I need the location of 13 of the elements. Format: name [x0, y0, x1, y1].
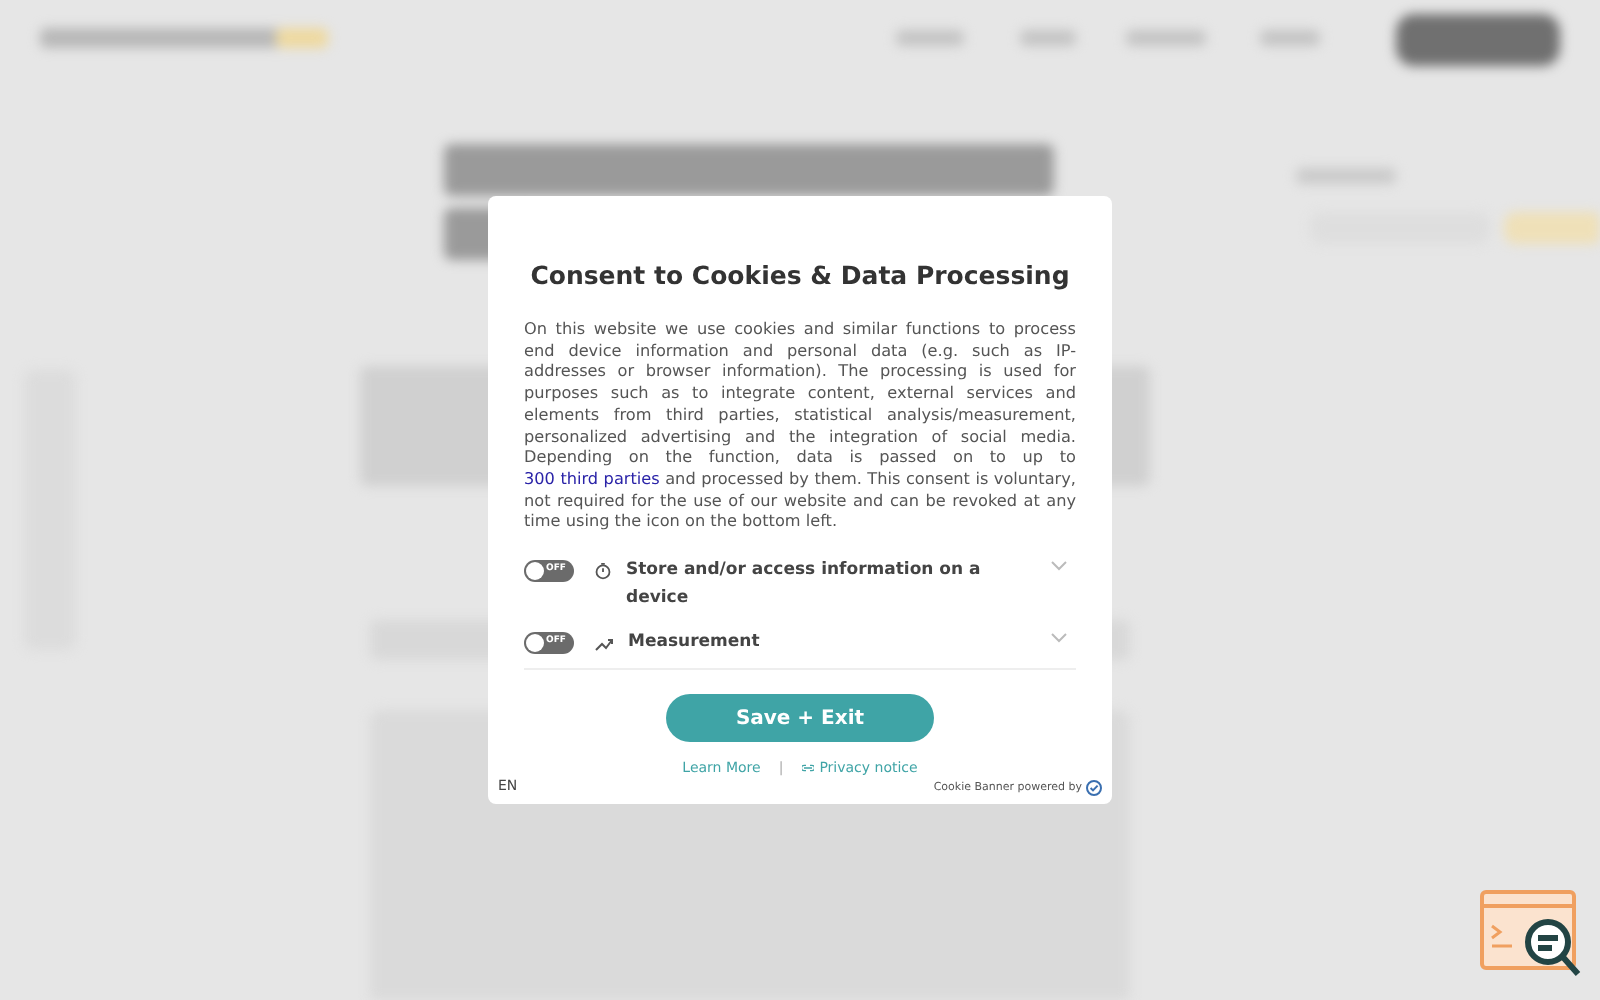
dialog-title: Consent to Cookies & Data Processing	[528, 259, 1072, 292]
consent-text: On this website we use cookies and similar functions to process end device information and personal data (e.g. such as IP-addresses or browser information). The processing is used for purposes such as to integrate content, external services and elements from third parties, statistical analysis/measurement, personalized advertising and the integration of social media. Depending on the function, data is passed on to up to 300 third parties and processed by them. This consent is voluntary, not required for the use of our website and can be revoked at any time using the icon on the bottom left.	[524, 317, 1076, 533]
third-parties-link[interactable]: 300 third parties	[524, 467, 660, 488]
chevron-icon[interactable]	[1050, 560, 1068, 573]
trend-icon	[594, 634, 614, 653]
purpose-label[interactable]: Store and/or access information on a device	[594, 556, 1018, 613]
shield-check-icon	[1086, 779, 1102, 796]
chevron-icon[interactable]	[1050, 632, 1068, 645]
save-exit-button[interactable]: Save + Exit	[666, 694, 934, 743]
browser-search-icon[interactable]	[1480, 890, 1584, 982]
purpose-label[interactable]: Measurement	[596, 628, 760, 657]
link-icon	[801, 764, 814, 773]
timer-icon	[594, 562, 612, 581]
